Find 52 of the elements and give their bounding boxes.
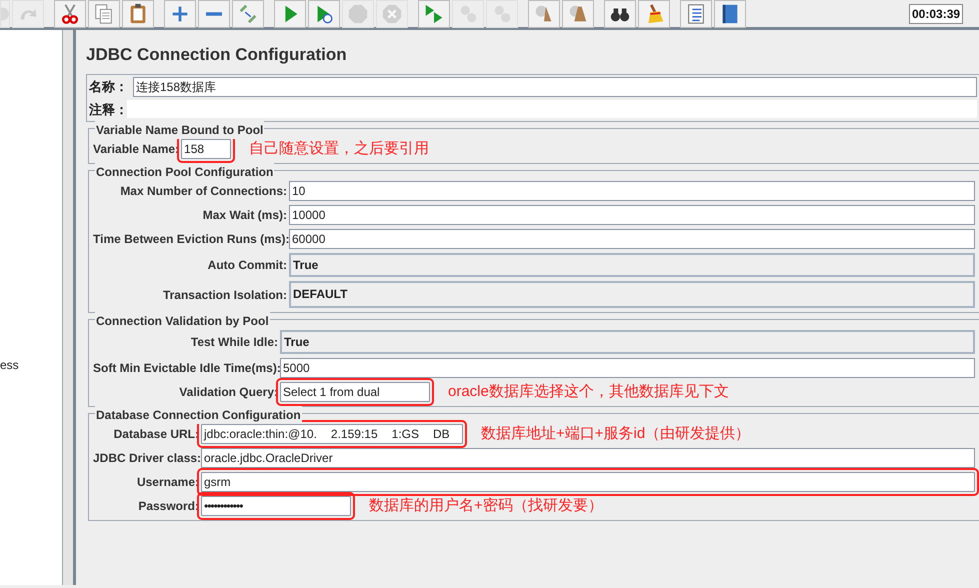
minus-icon (205, 10, 223, 16)
toolbar-button[interactable] (604, 0, 636, 28)
url-text: DB (433, 426, 450, 443)
toolbar-button[interactable] (308, 0, 340, 28)
url-text: jdbc:oracle:thin:@10. (204, 426, 317, 443)
field-label: Time Between Eviction Runs (ms): (93, 231, 289, 248)
annotation-text: oracle数据库选择这个，其他数据库见下文 (448, 382, 729, 402)
url-text: 1:GS (392, 426, 419, 443)
url-text: 2.159:15 (330, 426, 378, 443)
field-label: Max Number of Connections: (119, 183, 288, 200)
text-field[interactable]: oracle.jdbc.OracleDriver (201, 448, 975, 468)
section-title: Connection Pool Configuration (95, 163, 274, 181)
dropdown[interactable]: True (280, 330, 975, 354)
field-label: Username: (136, 474, 200, 491)
field-label: JDBC Driver class: (93, 450, 201, 467)
text-field[interactable]: 10 (289, 181, 975, 201)
double-play-icon (423, 2, 445, 24)
field-label: 注释： (89, 100, 127, 118)
scissors-icon (59, 2, 81, 24)
close-icon (381, 2, 403, 24)
toolbar-button[interactable] (680, 0, 712, 28)
field-label: Max Wait (ms): (202, 207, 288, 224)
dropdown[interactable]: DEFAULT (289, 281, 975, 308)
field-label: Variable Name: (93, 141, 180, 158)
dropdown[interactable]: True (289, 253, 975, 277)
toolbar-button[interactable] (122, 0, 154, 28)
annotation-text: 数据库的用户名+密码（找研发要） (369, 496, 603, 516)
list-icon (685, 2, 707, 24)
panel-title: JDBC Connection Configuration (86, 44, 348, 66)
field-label: Password: (137, 498, 200, 515)
text-field[interactable]: 60000 (289, 229, 975, 249)
annotation-text: 自己随意设置，之后要引用 (249, 139, 430, 159)
field-label: Test While Idle: (190, 334, 279, 351)
tree-item[interactable]: ess (0, 356, 62, 374)
field-label: Soft Min Evictable Idle Time(ms): (93, 360, 280, 377)
field-label: Database URL: (112, 426, 200, 443)
annotation-text: 数据库地址+端口+服务id（由研发提供） (481, 424, 750, 444)
field-label: Transaction Isolation: (162, 286, 288, 304)
field-label: Auto Commit: (206, 257, 288, 274)
section-title: Database Connection Configuration (95, 406, 302, 424)
elapsed-time: 00:03:39 (909, 4, 964, 24)
toggle-icon (237, 2, 259, 24)
splitter[interactable] (63, 30, 76, 585)
copy-icon (93, 2, 115, 24)
stop-icon (347, 2, 369, 24)
name-field[interactable]: 连接158数据库 (133, 76, 977, 96)
text-field[interactable]: 10000 (289, 205, 975, 225)
field-label: 名称： (89, 78, 129, 96)
toolbar-button[interactable] (714, 0, 746, 28)
section-title: Connection Validation by Pool (95, 312, 270, 330)
field-label: Validation Query: (178, 384, 279, 401)
text-field[interactable]: 5000 (280, 358, 975, 378)
